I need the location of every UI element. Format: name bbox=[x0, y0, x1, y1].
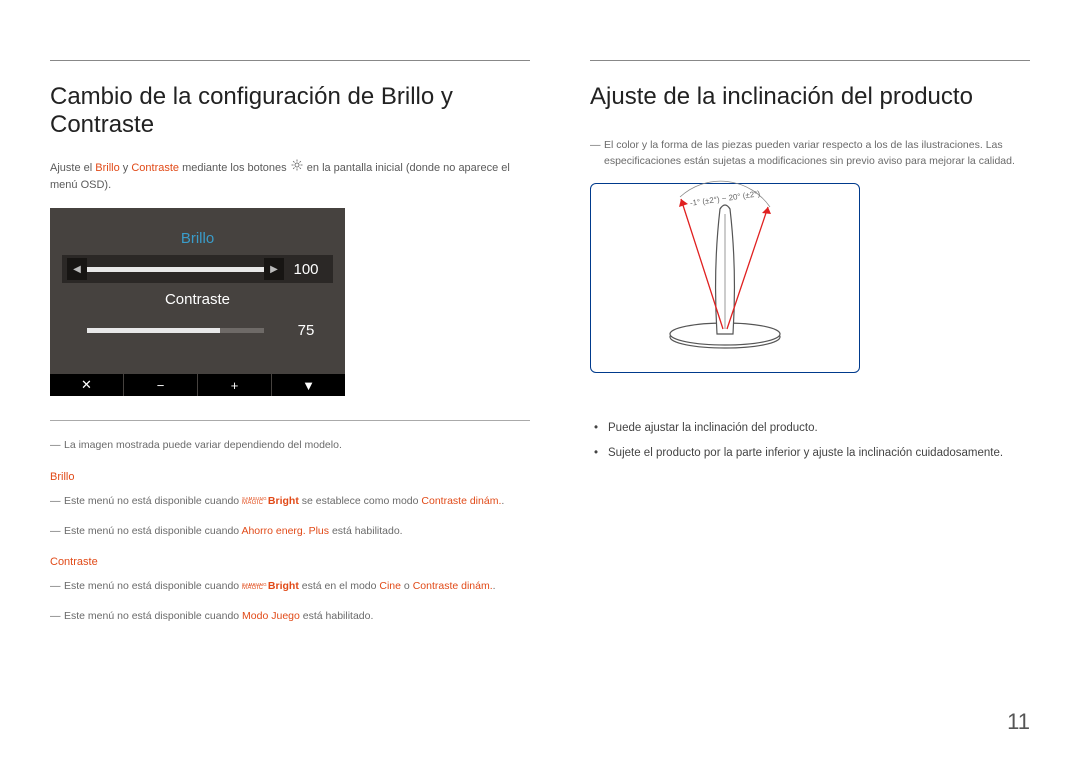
samsung-magic-icon: SAMSUNGMAGIC bbox=[242, 583, 267, 590]
intro-mid2: mediante los botones bbox=[179, 162, 290, 174]
left-title: Cambio de la configuración de Brillo y C… bbox=[50, 83, 530, 139]
left-column: Cambio de la configuración de Brillo y C… bbox=[50, 60, 530, 632]
right-column: Ajuste de la inclinación del producto El… bbox=[590, 60, 1030, 632]
sub-head-contraste: Contraste bbox=[50, 556, 530, 568]
brillo-note-2: Este menú no está disponible cuando Ahor… bbox=[50, 524, 530, 540]
contraste-note-2: Este menú no está disponible cuando Modo… bbox=[50, 609, 530, 625]
osd-plus-icon: + bbox=[198, 374, 272, 396]
intro-highlight-brillo: Brillo bbox=[95, 162, 119, 174]
osd-panel: Brillo ◀ ▶ 100 Contraste 75 bbox=[50, 208, 345, 396]
brightness-icon bbox=[291, 159, 303, 177]
tilt-diagram: -1° (±2°) ~ 20° (±2°) bbox=[590, 183, 860, 373]
osd-arrow-right-icon: ▶ bbox=[264, 258, 284, 280]
osd-close-icon: ✕ bbox=[50, 374, 124, 396]
osd-contraste-label: Contraste bbox=[62, 291, 333, 308]
footnote-image-vary: La imagen mostrada puede variar dependie… bbox=[50, 438, 530, 454]
osd-brillo-value: 100 bbox=[284, 261, 328, 278]
left-intro: Ajuste el Brillo y Contraste mediante lo… bbox=[50, 159, 530, 194]
page-number: 11 bbox=[1007, 709, 1030, 735]
thin-rule bbox=[50, 420, 530, 421]
osd-contraste-track bbox=[87, 328, 264, 333]
bullet-1: Puede ajustar la inclinación del product… bbox=[594, 419, 1030, 439]
intro-prefix: Ajuste el bbox=[50, 162, 95, 174]
samsung-magic-icon: SAMSUNGMAGIC bbox=[242, 497, 267, 504]
top-rule-right bbox=[590, 60, 1030, 61]
sub-head-brillo: Brillo bbox=[50, 471, 530, 483]
right-spec-note: El color y la forma de las piezas pueden… bbox=[590, 138, 1030, 170]
osd-contraste-fill bbox=[87, 328, 220, 333]
intro-highlight-contraste: Contraste bbox=[131, 162, 179, 174]
osd-contraste-row: 75 bbox=[62, 316, 333, 344]
osd-button-bar: ✕ − + ▼ bbox=[50, 374, 345, 396]
contraste-note-1: Este menú no está disponible cuando SAMS… bbox=[50, 579, 530, 595]
osd-down-icon: ▼ bbox=[272, 374, 345, 396]
osd-brillo-row: ◀ ▶ 100 bbox=[62, 255, 333, 283]
top-rule-left bbox=[50, 60, 530, 61]
osd-brillo-track bbox=[87, 267, 264, 272]
bullet-2: Sujete el producto por la parte inferior… bbox=[594, 444, 1030, 464]
osd-brillo-label: Brillo bbox=[62, 230, 333, 247]
osd-brillo-fill bbox=[87, 267, 264, 272]
right-bullets: Puede ajustar la inclinación del product… bbox=[590, 419, 1030, 470]
intro-mid1: y bbox=[120, 162, 132, 174]
osd-contraste-value: 75 bbox=[284, 322, 328, 339]
right-title: Ajuste de la inclinación del producto bbox=[590, 83, 1030, 111]
osd-arrow-left-icon: ◀ bbox=[67, 258, 87, 280]
osd-minus-icon: − bbox=[124, 374, 198, 396]
brillo-note-1: Este menú no está disponible cuando SAMS… bbox=[50, 494, 530, 510]
